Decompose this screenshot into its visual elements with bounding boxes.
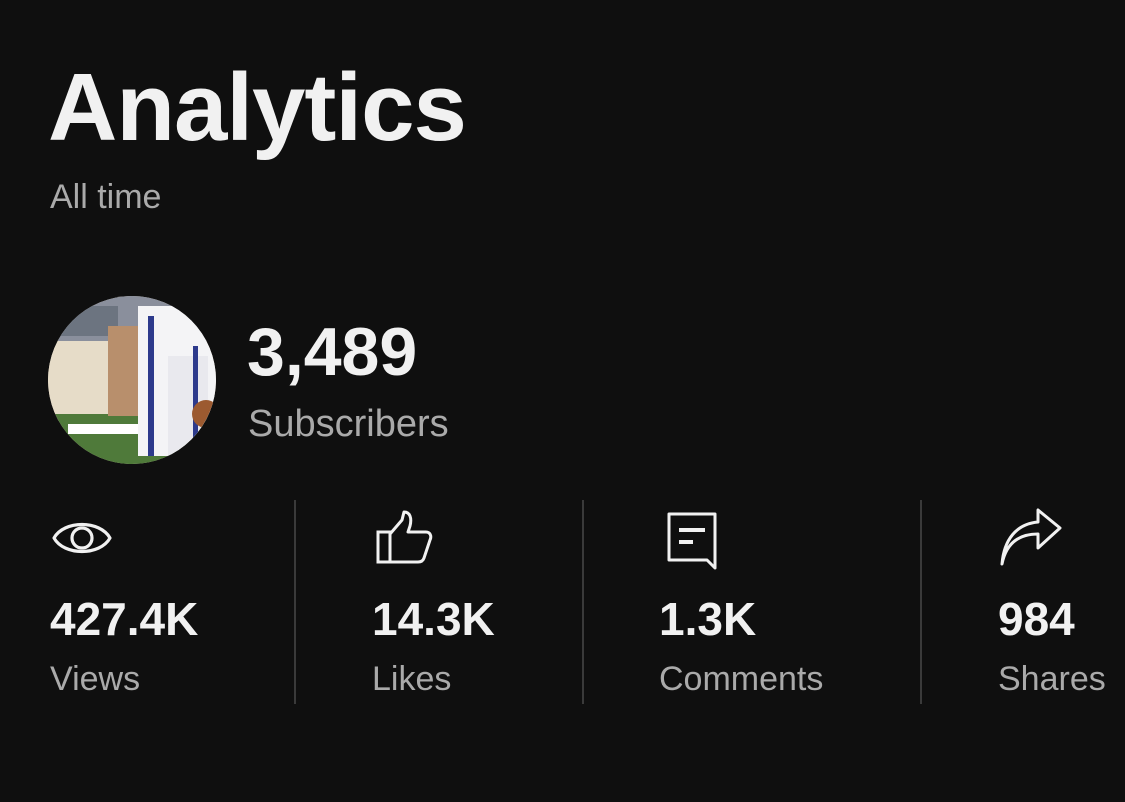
comment-icon [659, 508, 723, 577]
shares-label: Shares [998, 660, 1106, 698]
comments-label: Comments [659, 660, 824, 698]
subscriber-count: 3,489 [247, 314, 418, 390]
likes-count: 14.3K [372, 593, 495, 645]
views-count: 427.4K [50, 593, 199, 645]
time-period-label: All time [50, 178, 162, 216]
stat-divider [920, 500, 922, 704]
stat-divider [294, 500, 296, 704]
stat-divider [582, 500, 584, 704]
comments-count: 1.3K [659, 593, 757, 645]
share-icon [998, 508, 1064, 573]
channel-avatar[interactable] [48, 296, 216, 464]
page-title: Analytics [48, 54, 467, 161]
views-label: Views [50, 660, 141, 698]
subscriber-label: Subscribers [248, 403, 449, 445]
eye-icon [50, 508, 114, 573]
analytics-screen: Analytics All time 3,489 Subscribers 427… [0, 0, 1125, 802]
avatar-image [48, 296, 216, 464]
shares-count: 984 [998, 593, 1075, 645]
thumbs-up-icon [372, 508, 436, 573]
likes-label: Likes [372, 660, 452, 698]
